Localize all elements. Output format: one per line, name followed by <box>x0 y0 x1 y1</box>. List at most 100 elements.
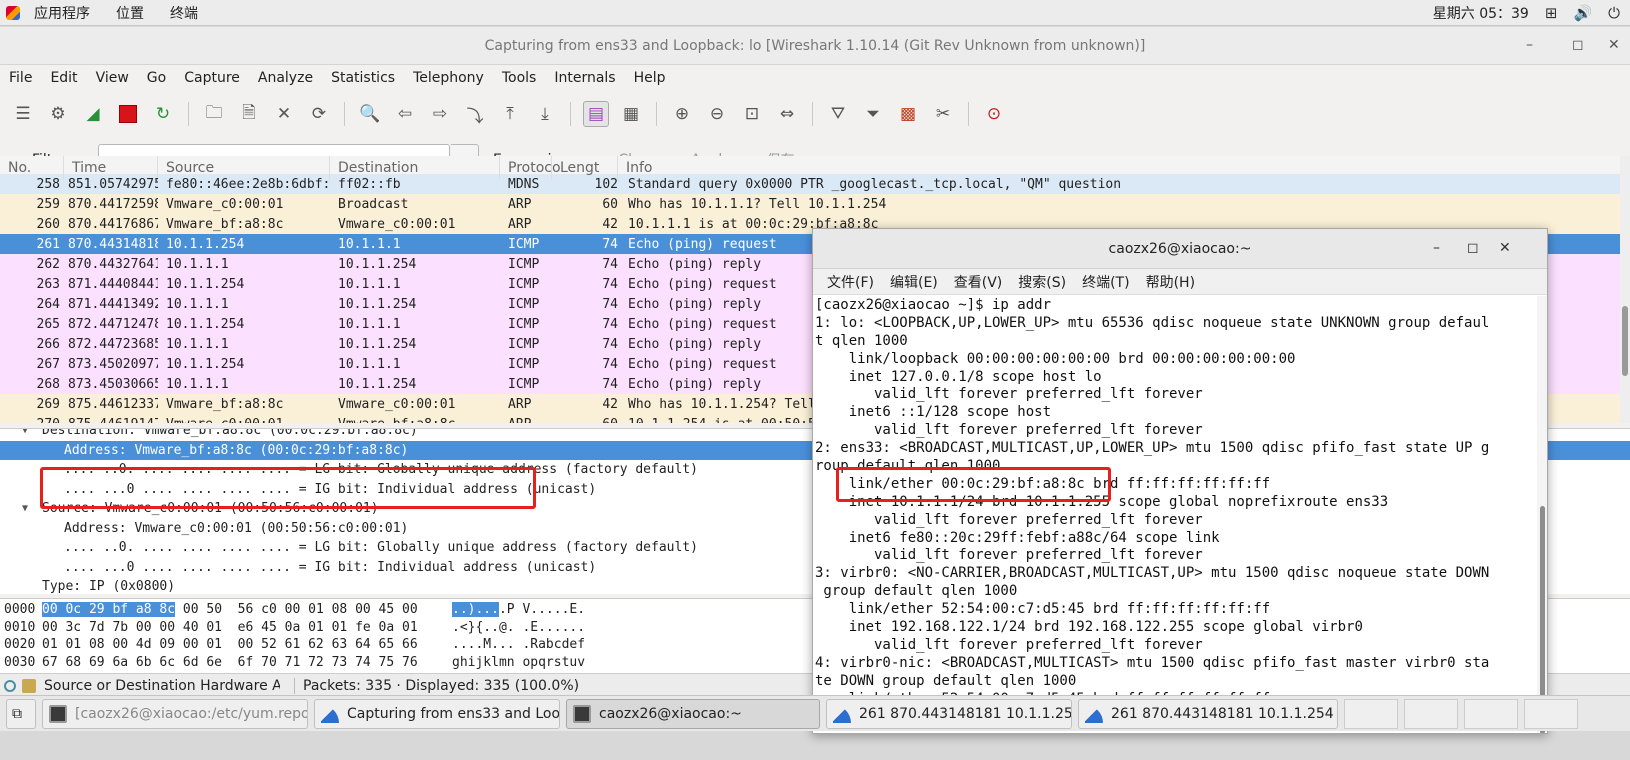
terminal-line: valid_lft forever preferred_lft forever <box>815 511 1203 528</box>
terminal-scrollbar[interactable] <box>1537 296 1547 733</box>
expert-info-icon[interactable] <box>4 679 16 692</box>
terminal-output[interactable]: [caozx26@xiaocao ~]$ ip addr 1: lo: <LOOP… <box>813 295 1531 733</box>
interfaces-icon[interactable]: ☰ <box>10 101 36 127</box>
packet-cell-time: 870.441768675 <box>68 216 158 232</box>
colorize-icon[interactable]: ▤ <box>583 101 609 127</box>
packet-cell-no: 269 <box>36 396 60 412</box>
resize-columns-icon[interactable]: ⇔ <box>774 101 800 127</box>
menu-analyze[interactable]: Analyze <box>249 70 322 86</box>
maximize-icon[interactable]: ◻ <box>1467 240 1479 256</box>
wireshark-titlebar[interactable]: Capturing from ens33 and Loopback: lo [W… <box>0 27 1630 65</box>
menu-capture[interactable]: Capture <box>175 70 249 86</box>
restart-capture-icon[interactable]: ↻ <box>150 101 176 127</box>
taskbar-item[interactable]: caozx26@xiaocao:~ <box>566 698 820 729</box>
terminal-menu-item[interactable]: 编辑(E) <box>882 272 946 292</box>
close-icon[interactable]: ✕ <box>1499 240 1511 256</box>
packet-row[interactable]: 258 851.057429755 fe80::46ee:2e8b:6dbf:2 ff… <box>0 174 1630 194</box>
detail-text: .... ...0 .... .... .... .... = IG bit: … <box>64 559 597 575</box>
close-file-icon[interactable]: ✕ <box>271 101 297 127</box>
terminal-menu-item[interactable]: 查看(V) <box>946 272 1011 292</box>
go-forward-icon[interactable]: ⇨ <box>427 101 453 127</box>
coloring-rules-icon[interactable]: ▩ <box>895 101 921 127</box>
display-filters-icon[interactable]: ⏷ <box>860 101 886 127</box>
expander-icon[interactable]: ▼ <box>22 503 36 514</box>
hex-bytes: 00 3c 7d 7b 00 00 40 01 e6 45 0a 01 01 f… <box>42 620 452 635</box>
packet-row[interactable]: 259 870.441725985 Vmware_c0:00:01 Broadcast… <box>0 194 1630 214</box>
taskbar-item-label: Capturing from ens33 and Loopbac… <box>347 705 560 722</box>
packet-cell-time: 871.444084415 <box>68 276 158 292</box>
capture-options-icon[interactable]: ⚙ <box>45 101 71 127</box>
stop-capture-icon[interactable] <box>115 101 141 127</box>
terminal-menu-item[interactable]: 帮助(H) <box>1138 272 1203 292</box>
menu-tools[interactable]: Tools <box>493 70 546 86</box>
expander-icon[interactable]: ▼ <box>22 429 36 436</box>
hex-bytes: 01 01 08 00 4d 09 00 01 00 52 61 62 63 6… <box>42 637 452 652</box>
packet-cell-src: 10.1.1.1 <box>166 256 229 272</box>
packet-cell-dst: Vmware_c0:00:01 <box>338 216 456 232</box>
toolbar-separator <box>188 102 189 126</box>
places-menu[interactable]: 位置 <box>104 3 158 23</box>
terminal-line: inet 127.0.0.1/8 scope host lo <box>815 368 1102 385</box>
detail-text: .... ..0. .... .... .... .... = LG bit: … <box>64 462 698 478</box>
packet-list-scrollbar[interactable] <box>1620 156 1630 423</box>
window-title: Capturing from ens33 and Loopback: lo [W… <box>484 37 1146 54</box>
taskbar-item[interactable]: 261 870.443148181 10.1.1.254 1… <box>1078 698 1338 729</box>
help-icon[interactable]: ⊙ <box>981 101 1007 127</box>
show-desktop-icon[interactable]: ⧉ <box>6 698 36 729</box>
toolbar-separator <box>656 102 657 126</box>
menu-go[interactable]: Go <box>138 70 175 86</box>
menu-help[interactable]: Help <box>625 70 675 86</box>
capture-filters-icon[interactable]: ⛛ <box>825 101 851 127</box>
menu-view[interactable]: View <box>87 70 138 86</box>
capture-comment-icon[interactable] <box>22 678 36 693</box>
terminal-titlebar[interactable]: caozx26@xiaocao:~ – ◻ ✕ <box>813 229 1547 269</box>
taskbar-item[interactable]: 261 870.443148181 10.1.1.254 1… <box>826 698 1072 729</box>
workspace-switcher-3[interactable] <box>1464 698 1518 729</box>
volume-icon[interactable]: 🔊 <box>1573 4 1592 22</box>
menu-internals[interactable]: Internals <box>545 70 624 86</box>
terminal-menu[interactable]: 终端 <box>158 3 212 23</box>
autoscroll-icon[interactable]: ▦ <box>618 101 644 127</box>
clock[interactable]: 星期六 05：39 <box>1433 3 1529 23</box>
preferences-icon[interactable]: ✂ <box>930 101 956 127</box>
menu-file[interactable]: File <box>0 70 41 86</box>
zoom-in-icon[interactable]: ⊕ <box>669 101 695 127</box>
minimize-icon[interactable]: – <box>1526 37 1533 53</box>
close-icon[interactable]: ✕ <box>1608 37 1620 53</box>
packet-cell-time: 870.443276412 <box>68 256 158 272</box>
workspace-switcher-1[interactable] <box>1344 698 1398 729</box>
terminal-menu-item[interactable]: 文件(F) <box>819 272 882 292</box>
go-to-packet-icon[interactable]: ⤵ <box>462 101 488 127</box>
taskbar-item[interactable]: [caozx26@xiaocao:/etc/yum.repos.d] <box>42 698 308 729</box>
open-file-icon[interactable]: 🗀 <box>201 101 227 127</box>
maximize-icon[interactable]: ◻ <box>1572 37 1584 53</box>
taskbar-item-label: [caozx26@xiaocao:/etc/yum.repos.d] <box>75 705 307 722</box>
find-packet-icon[interactable]: 🔍 <box>357 101 383 127</box>
menu-statistics[interactable]: Statistics <box>322 70 404 86</box>
power-icon[interactable]: ⏻ <box>1608 4 1620 22</box>
taskbar-item[interactable]: Capturing from ens33 and Loopbac… <box>314 698 560 729</box>
workspace-switcher-2[interactable] <box>1404 698 1458 729</box>
reload-icon[interactable]: ⟳ <box>306 101 332 127</box>
zoom-out-icon[interactable]: ⊖ <box>704 101 730 127</box>
hex-offset: 0010 <box>4 619 36 635</box>
menu-telephony[interactable]: Telephony <box>404 70 493 86</box>
hex-ascii: .<}{..@. .E...... <box>452 620 585 635</box>
workspace-switcher-4[interactable] <box>1524 698 1578 729</box>
packet-cell-dst: 10.1.1.1 <box>338 356 401 372</box>
applications-menu[interactable]: 应用程序 <box>22 3 104 23</box>
go-back-icon[interactable]: ⇦ <box>392 101 418 127</box>
minimize-icon[interactable]: – <box>1433 240 1440 256</box>
save-file-icon[interactable]: 🗎 <box>236 101 262 127</box>
menu-edit[interactable]: Edit <box>41 70 86 86</box>
terminal-line: valid_lft forever preferred_lft forever <box>815 386 1203 403</box>
packet-cell-proto: ICMP <box>508 296 540 312</box>
terminal-line: 1: lo: <LOOPBACK,UP,LOWER_UP> mtu 65536 … <box>815 314 1490 331</box>
terminal-menu-item[interactable]: 搜索(S) <box>1010 272 1074 292</box>
network-icon[interactable]: ⊞ <box>1545 4 1558 22</box>
terminal-menu-item[interactable]: 终端(T) <box>1074 272 1137 292</box>
normal-size-icon[interactable]: ⊡ <box>739 101 765 127</box>
first-packet-icon[interactable]: ⤒ <box>497 101 523 127</box>
start-capture-icon[interactable]: ◢ <box>80 101 106 127</box>
last-packet-icon[interactable]: ⤓ <box>532 101 558 127</box>
